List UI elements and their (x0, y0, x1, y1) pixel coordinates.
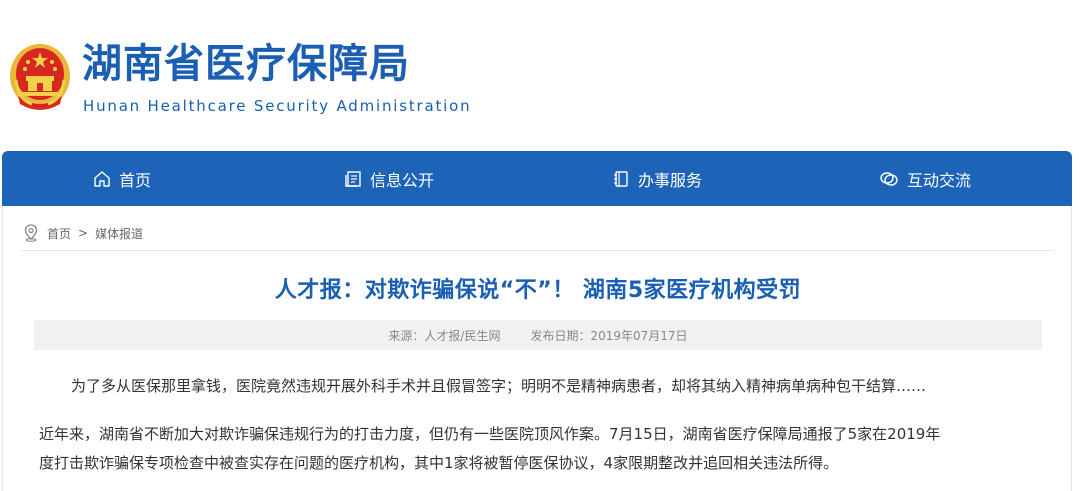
nav-item-home[interactable]: 首页 (93, 151, 151, 206)
chat-icon (880, 171, 898, 186)
national-emblem-icon[interactable] (8, 40, 72, 110)
breadcrumb-home-link[interactable]: 首页 (47, 225, 71, 242)
breadcrumb-divider (21, 250, 1053, 251)
article-date: 发布日期：2019年07月17日 (530, 328, 688, 343)
nav-item-interaction[interactable]: 互动交流 (879, 151, 971, 206)
nav-item-label: 办事服务 (638, 170, 703, 190)
article-paragraph-line: 度打击欺诈骗保专项检查中被查实存在问题的医疗机构，其中1家将被暂停医保协议，4家… (39, 454, 839, 472)
site-title[interactable]: 湖南省医疗保障局 (82, 40, 410, 88)
document-icon (345, 170, 361, 187)
article-paragraph: 近年来，湖南省不断加大对欺诈骗保违规行为的打击力度，但仍有一些医院顶风作案。7月… (39, 420, 940, 478)
nav-item-label: 互动交流 (907, 170, 972, 190)
breadcrumb-current-link[interactable]: 媒体报道 (95, 225, 143, 242)
main-nav: 首页 信息公开 办事服务 互动交流 (2, 151, 1072, 206)
nav-item-info[interactable]: 信息公开 (344, 151, 434, 206)
book-icon (614, 170, 628, 187)
nav-item-label: 信息公开 (370, 170, 435, 190)
article-source: 来源：人才报/民生网 (388, 328, 501, 343)
article-title: 人才报：对欺诈骗保说“不”！ 湖南5家医疗机构受罚 (274, 278, 802, 303)
site-header: 湖南省医疗保障局 Hunan Healthcare Security Admin… (0, 0, 1080, 150)
home-icon (94, 170, 110, 187)
article-meta: 来源：人才报/民生网 发布日期：2019年07月17日 (34, 320, 1042, 350)
article-paragraph-lead: 为了多从医保那里拿钱，医院竟然违规开展外科手术并且假冒签字；明明不是精神病患者，… (71, 377, 927, 395)
nav-item-label: 首页 (119, 170, 152, 190)
article-paragraph-line: 近年来，湖南省不断加大对欺诈骗保违规行为的打击力度，但仍有一些医院顶风作案。7月… (39, 425, 941, 443)
breadcrumb: 首页 > 媒体报道 (23, 224, 143, 242)
location-pin-icon (24, 224, 38, 242)
site-subtitle: Hunan Healthcare Security Administration (83, 97, 472, 115)
nav-item-services[interactable]: 办事服务 (612, 151, 702, 206)
article-container: 首页 > 媒体报道 人才报：对欺诈骗保说“不”！ 湖南5家医疗机构受罚 来源：人… (2, 206, 1072, 491)
breadcrumb-separator: > (78, 226, 89, 240)
